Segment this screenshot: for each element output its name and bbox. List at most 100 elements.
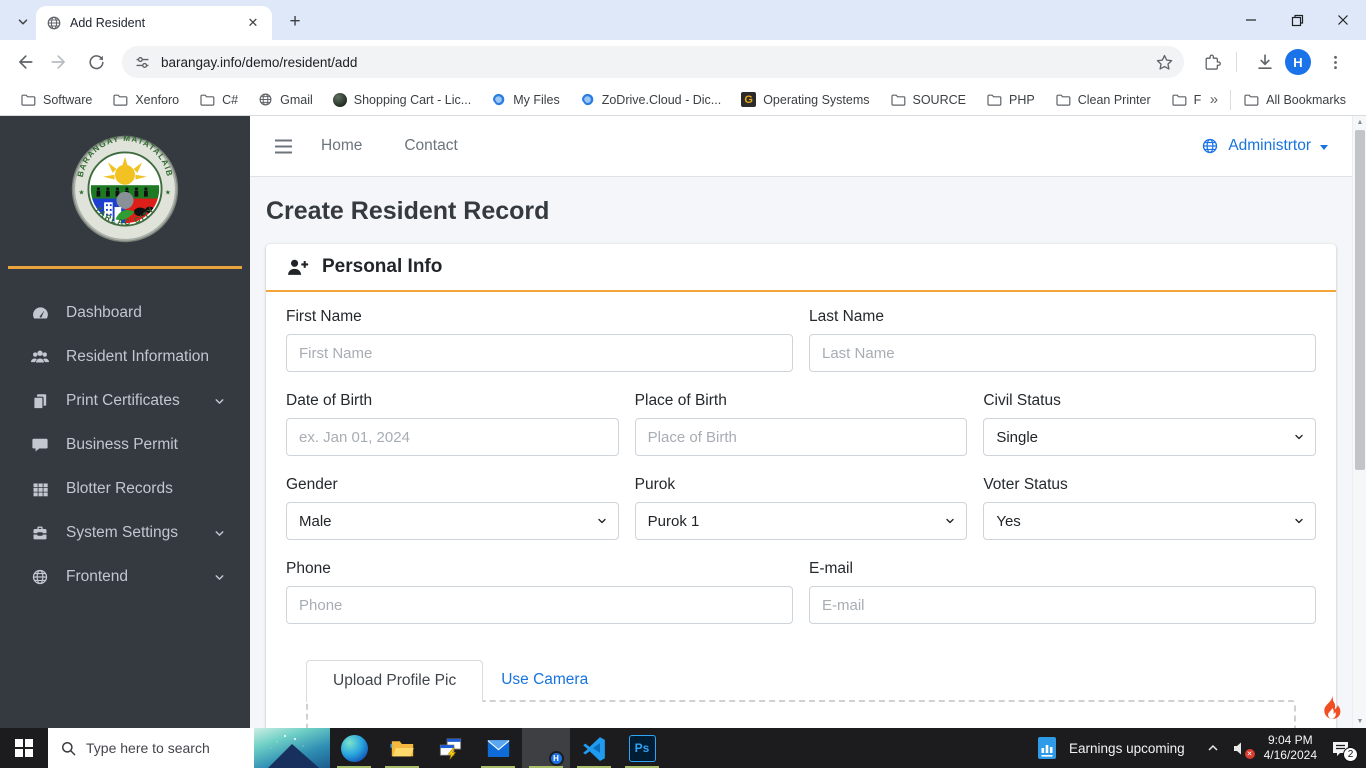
- bookmark-item[interactable]: Gmail: [250, 88, 321, 111]
- voter-status-select[interactable]: Yes: [983, 502, 1316, 540]
- menu-kebab-icon[interactable]: [1319, 46, 1351, 78]
- sidebar-item-business-permit[interactable]: Business Permit: [0, 423, 250, 467]
- profile-pic-dropzone[interactable]: [306, 700, 1296, 728]
- taskbar-app-mail[interactable]: [474, 728, 522, 768]
- taskbar-app-remote-desktop[interactable]: [426, 728, 474, 768]
- bookmark-item[interactable]: Xenforo: [104, 88, 187, 112]
- scroll-down-icon[interactable]: ▼: [1353, 715, 1366, 728]
- email-field[interactable]: [809, 586, 1316, 624]
- taskbar-app-photoshop[interactable]: Ps: [618, 728, 666, 768]
- taskbar-search-input[interactable]: [86, 740, 236, 756]
- toolbar-separator: [1236, 52, 1237, 72]
- all-bookmarks-label: All Bookmarks: [1266, 92, 1346, 107]
- taskbar-app-file-explorer[interactable]: [378, 728, 426, 768]
- start-button[interactable]: [0, 728, 48, 768]
- all-bookmarks-button[interactable]: All Bookmarks: [1235, 88, 1354, 112]
- photoshop-icon: Ps: [628, 734, 656, 762]
- tab-close-icon[interactable]: ✕: [244, 14, 262, 32]
- taskbar-widget[interactable]: Earnings upcoming: [1029, 736, 1193, 760]
- sidebar-item-dashboard[interactable]: Dashboard: [0, 291, 250, 335]
- bookmarks-bar: Software Xenforo C# Gmail Shopping Cart …: [0, 84, 1366, 116]
- codeigniter-flame-icon[interactable]: [1319, 693, 1344, 723]
- date-of-birth-label: Date of Birth: [286, 392, 373, 409]
- sidebar-item-resident-information[interactable]: Resident Information: [0, 335, 250, 379]
- url-text[interactable]: barangay.info/demo/resident/add: [161, 55, 1155, 70]
- site-info-icon[interactable]: [134, 54, 151, 71]
- hamburger-icon[interactable]: [274, 139, 293, 154]
- new-tab-button[interactable]: +: [282, 9, 308, 35]
- nav-link-home[interactable]: Home: [321, 137, 362, 155]
- extensions-icon[interactable]: [1196, 46, 1228, 78]
- forward-icon[interactable]: [44, 46, 76, 78]
- sidebar-item-blotter-records[interactable]: Blotter Records: [0, 467, 250, 511]
- search-highlights-art[interactable]: [254, 728, 330, 768]
- downloads-icon[interactable]: [1249, 46, 1281, 78]
- bookmark-item[interactable]: Software: [12, 88, 100, 112]
- top-navbar: Home Contact Administrtor: [250, 116, 1352, 177]
- last-name-field[interactable]: [809, 334, 1316, 372]
- tab-favicon-globe-icon: [46, 15, 62, 31]
- bookmark-item[interactable]: My Files: [483, 88, 568, 111]
- bookmark-label: Software: [43, 92, 93, 107]
- address-bar[interactable]: barangay.info/demo/resident/add: [122, 46, 1184, 78]
- purok-select[interactable]: Purok 1: [634, 502, 968, 540]
- remote-desktop-icon: [439, 737, 461, 759]
- bookmark-item[interactable]: Flutter: [1163, 88, 1202, 112]
- tab-use-camera[interactable]: Use Camera: [483, 660, 606, 700]
- taskbar-clock[interactable]: 9:04 PM 4/16/2024: [1264, 733, 1317, 763]
- user-menu[interactable]: Administrtor: [1201, 137, 1328, 155]
- vscode-icon: [583, 737, 605, 761]
- notification-count-badge: 2: [1343, 746, 1358, 762]
- date-of-birth-field[interactable]: [286, 418, 619, 456]
- close-icon[interactable]: [1320, 0, 1366, 40]
- windows-logo-icon: [15, 739, 33, 757]
- minimize-icon[interactable]: [1228, 0, 1274, 40]
- bookmark-star-icon[interactable]: [1155, 53, 1174, 72]
- bookmark-item[interactable]: PHP: [978, 88, 1043, 112]
- bookmark-item[interactable]: Clean Printer: [1047, 88, 1159, 112]
- globe-icon: [1201, 137, 1219, 155]
- bookmark-item[interactable]: Shopping Cart - Lic...: [325, 89, 479, 111]
- first-name-field[interactable]: [286, 334, 793, 372]
- bookmark-label: PHP: [1008, 92, 1035, 107]
- bookmark-item[interactable]: G Operating Systems: [733, 88, 877, 111]
- taskbar-app-chrome[interactable]: H: [522, 728, 570, 768]
- volume-muted-icon[interactable]: ✕: [1233, 741, 1255, 759]
- taskbar-app-edge[interactable]: [330, 728, 378, 768]
- folder-icon: [1171, 92, 1187, 108]
- place-of-birth-label: Place of Birth: [634, 392, 727, 409]
- bookmark-item[interactable]: ZoDrive.Cloud - Dic...: [572, 88, 729, 111]
- more-bookmarks-chevron[interactable]: »: [1202, 91, 1226, 108]
- folder-icon: [986, 92, 1002, 108]
- tab-search-button[interactable]: [10, 9, 36, 35]
- gender-select[interactable]: Male: [286, 502, 619, 540]
- restore-icon[interactable]: [1274, 0, 1320, 40]
- bookmark-item[interactable]: C#: [191, 88, 246, 112]
- taskbar-app-vscode[interactable]: [570, 728, 618, 768]
- bookmark-item[interactable]: SOURCE: [882, 88, 974, 112]
- tray-chevron-up-icon[interactable]: [1207, 742, 1219, 754]
- file-explorer-icon: [389, 740, 414, 756]
- back-icon[interactable]: [8, 46, 40, 78]
- reload-icon[interactable]: [80, 46, 112, 78]
- tab-upload-profile-pic[interactable]: Upload Profile Pic: [306, 660, 484, 702]
- browser-tab[interactable]: Add Resident ✕: [36, 6, 272, 40]
- caret-down-icon: [1320, 144, 1328, 150]
- scroll-up-icon[interactable]: ▲: [1353, 116, 1366, 129]
- sidebar-item-frontend[interactable]: Frontend: [0, 555, 250, 599]
- place-of-birth-field[interactable]: [634, 418, 968, 456]
- phone-field[interactable]: [286, 586, 793, 624]
- folder-icon: [1055, 92, 1071, 108]
- scrollbar-thumb[interactable]: [1355, 130, 1365, 470]
- sidebar-item-label: Business Permit: [66, 436, 178, 453]
- purok-label: Purok: [634, 476, 676, 493]
- page-scrollbar[interactable]: ▲ ▼: [1352, 116, 1366, 728]
- notifications-icon[interactable]: 2: [1331, 740, 1358, 762]
- civil-status-select[interactable]: Single: [983, 418, 1316, 456]
- sidebar: BARANGAY MATATALAIB TARLAC CITY ★ ★ Dash…: [0, 116, 250, 728]
- sidebar-item-print-certificates[interactable]: Print Certificates: [0, 379, 250, 423]
- nav-link-contact[interactable]: Contact: [404, 137, 457, 155]
- profile-avatar[interactable]: H: [1285, 49, 1311, 75]
- taskbar-search[interactable]: [48, 728, 330, 768]
- sidebar-item-system-settings[interactable]: System Settings: [0, 511, 250, 555]
